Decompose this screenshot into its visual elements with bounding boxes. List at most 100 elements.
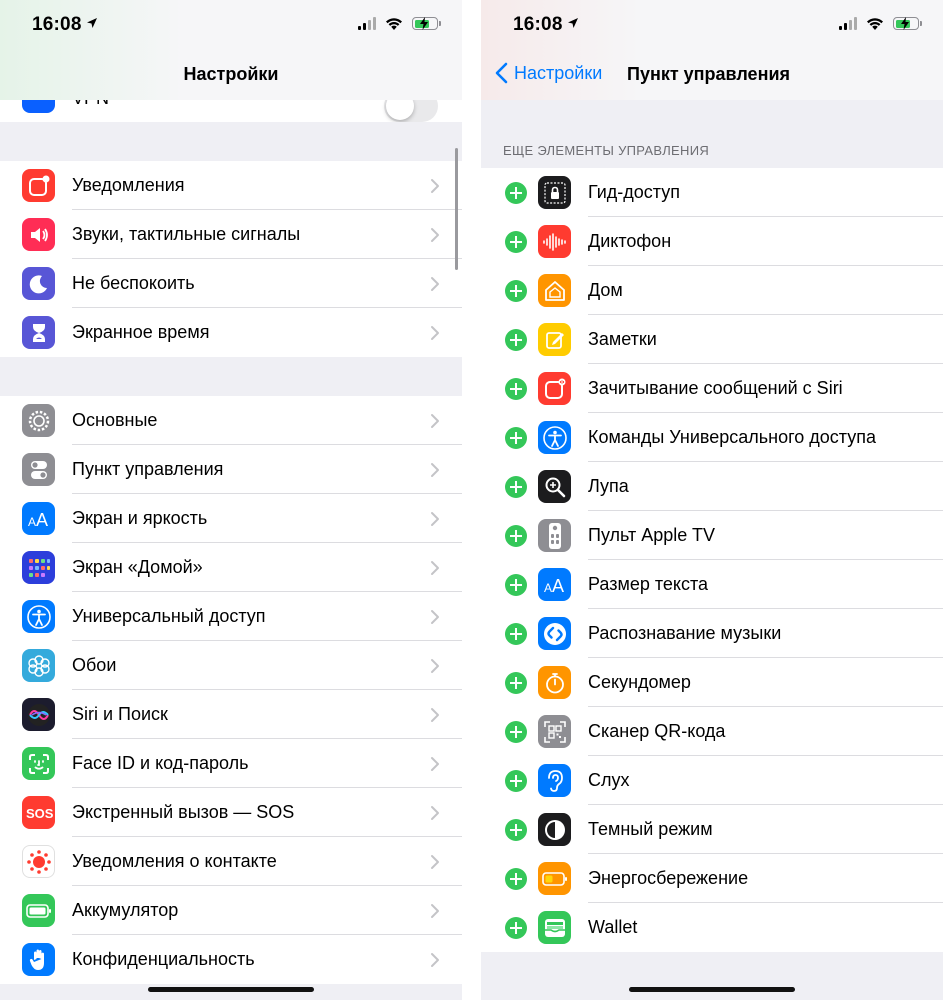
chevron-right-icon <box>431 228 439 242</box>
settings-row[interactable]: Уведомления о контакте <box>0 837 462 886</box>
settings-row[interactable]: Звуки, тактильные сигналы <box>0 210 462 259</box>
settings-row[interactable]: Универсальный доступ <box>0 592 462 641</box>
settings-row-label: Не беспокоить <box>72 273 195 293</box>
status-bar: 16:08 <box>481 0 943 50</box>
accessibility-icon <box>22 600 55 633</box>
add-control-button[interactable] <box>505 574 527 596</box>
settings-row[interactable]: SOS Экстренный вызов — SOS <box>0 788 462 837</box>
status-time: 16:08 <box>513 14 563 35</box>
settings-row[interactable]: Основные <box>0 396 462 445</box>
control-label: Распознавание музыки <box>588 623 782 643</box>
settings-row[interactable]: Пункт управления <box>0 445 462 494</box>
add-control-button[interactable] <box>505 182 527 204</box>
back-label: Настройки <box>514 62 603 83</box>
add-control-button[interactable] <box>505 476 527 498</box>
control-row: Гид-доступ <box>481 168 943 217</box>
control-row: Энергосбережение <box>481 854 943 903</box>
add-control-button[interactable] <box>505 819 527 841</box>
settings-row[interactable]: Экран «Домой» <box>0 543 462 592</box>
add-control-button[interactable] <box>505 231 527 253</box>
add-control-button[interactable] <box>505 623 527 645</box>
chevron-right-icon <box>431 277 439 291</box>
chevron-right-icon <box>431 904 439 918</box>
home-indicator[interactable] <box>629 987 795 992</box>
nav-bar: Настройки <box>0 50 462 100</box>
settings-row[interactable]: Siri и Поиск <box>0 690 462 739</box>
add-control-button[interactable] <box>505 329 527 351</box>
svg-text:A: A <box>552 576 564 596</box>
text-size-icon: AA <box>538 568 571 601</box>
control-center-screen: 16:08 Настройки Пункт управления ЕЩЕ ЭЛЕ… <box>481 0 943 1000</box>
settings-row[interactable]: Аккумулятор <box>0 886 462 935</box>
vpn-toggle[interactable] <box>384 100 438 122</box>
add-control-button[interactable] <box>505 868 527 890</box>
settings-row-label: Аккумулятор <box>72 900 179 920</box>
sos-icon: SOS <box>22 796 55 829</box>
control-label: Сканер QR-кода <box>588 721 726 741</box>
settings-row-label: Уведомления <box>72 175 185 195</box>
moon-icon <box>22 267 55 300</box>
hand-icon <box>22 943 55 976</box>
add-control-button[interactable] <box>505 280 527 302</box>
chevron-right-icon <box>431 757 439 771</box>
settings-row-label: Уведомления о контакте <box>72 851 277 871</box>
ear-icon <box>538 764 571 797</box>
add-control-button[interactable] <box>505 770 527 792</box>
settings-row-label: Экран и яркость <box>72 508 208 528</box>
settings-row-label: Экран «Домой» <box>72 557 203 577</box>
back-button[interactable]: Настройки <box>495 62 602 84</box>
settings-row[interactable]: Обои <box>0 641 462 690</box>
svg-text:A: A <box>28 515 36 529</box>
control-label: Слух <box>588 770 630 790</box>
vpn-row[interactable]: VPN <box>0 100 462 122</box>
voice-memo-icon <box>538 225 571 258</box>
add-control-button[interactable] <box>505 721 527 743</box>
wifi-icon <box>867 18 883 30</box>
add-control-button[interactable] <box>505 525 527 547</box>
notes-icon <box>538 323 571 356</box>
location-arrow-icon <box>87 18 97 28</box>
chevron-right-icon <box>431 610 439 624</box>
settings-row-label: Пункт управления <box>72 459 224 479</box>
settings-row[interactable]: A A Экран и яркость <box>0 494 462 543</box>
control-row: Диктофон <box>481 217 943 266</box>
settings-row[interactable]: Уведомления <box>0 161 462 210</box>
settings-group-1: Уведомления Звуки, тактильные сигналы Не б… <box>0 161 462 357</box>
control-row: Wallet <box>481 903 943 952</box>
switches-icon <box>22 453 55 486</box>
settings-row-label: Звуки, тактильные сигналы <box>72 224 301 244</box>
control-label: Темный режим <box>588 819 713 839</box>
battery-status-icon <box>412 17 441 30</box>
dark-mode-icon <box>538 813 571 846</box>
control-row: A A Размер текста <box>481 560 943 609</box>
control-row: Дом <box>481 266 943 315</box>
home-indicator[interactable] <box>148 987 314 992</box>
add-control-button[interactable] <box>505 427 527 449</box>
settings-row[interactable]: Экранное время <box>0 308 462 357</box>
chevron-right-icon <box>431 179 439 193</box>
hourglass-icon <box>22 316 55 349</box>
settings-group-2: Основные Пункт управления A A Экран и яркост… <box>0 396 462 984</box>
settings-row[interactable]: Face ID и код-пароль <box>0 739 462 788</box>
chevron-right-icon <box>431 708 439 722</box>
add-control-button[interactable] <box>505 672 527 694</box>
settings-row-label: Конфиденциальность <box>72 949 255 969</box>
settings-row-label: Обои <box>72 655 117 675</box>
control-row: Сканер QR-кода <box>481 707 943 756</box>
settings-row-label: Face ID и код-пароль <box>72 753 249 773</box>
add-control-button[interactable] <box>505 917 527 939</box>
section-header: ЕЩЕ ЭЛЕМЕНТЫ УПРАВЛЕНИЯ <box>503 143 710 158</box>
scroll-indicator[interactable] <box>455 148 458 270</box>
chevron-right-icon <box>431 561 439 575</box>
control-row: Заметки <box>481 315 943 364</box>
add-control-button[interactable] <box>505 378 527 400</box>
vpn-icon <box>22 100 55 113</box>
settings-row[interactable]: Не беспокоить <box>0 259 462 308</box>
settings-row[interactable]: Конфиденциальность <box>0 935 462 984</box>
sounds-icon <box>22 218 55 251</box>
chevron-right-icon <box>431 855 439 869</box>
more-controls-list: Гид-доступ Диктофон Дом Заметки Зачитывание … <box>481 168 943 952</box>
status-bar: 16:08 <box>0 0 462 50</box>
control-label: Пульт Apple TV <box>588 525 715 545</box>
gear-icon <box>22 404 55 437</box>
